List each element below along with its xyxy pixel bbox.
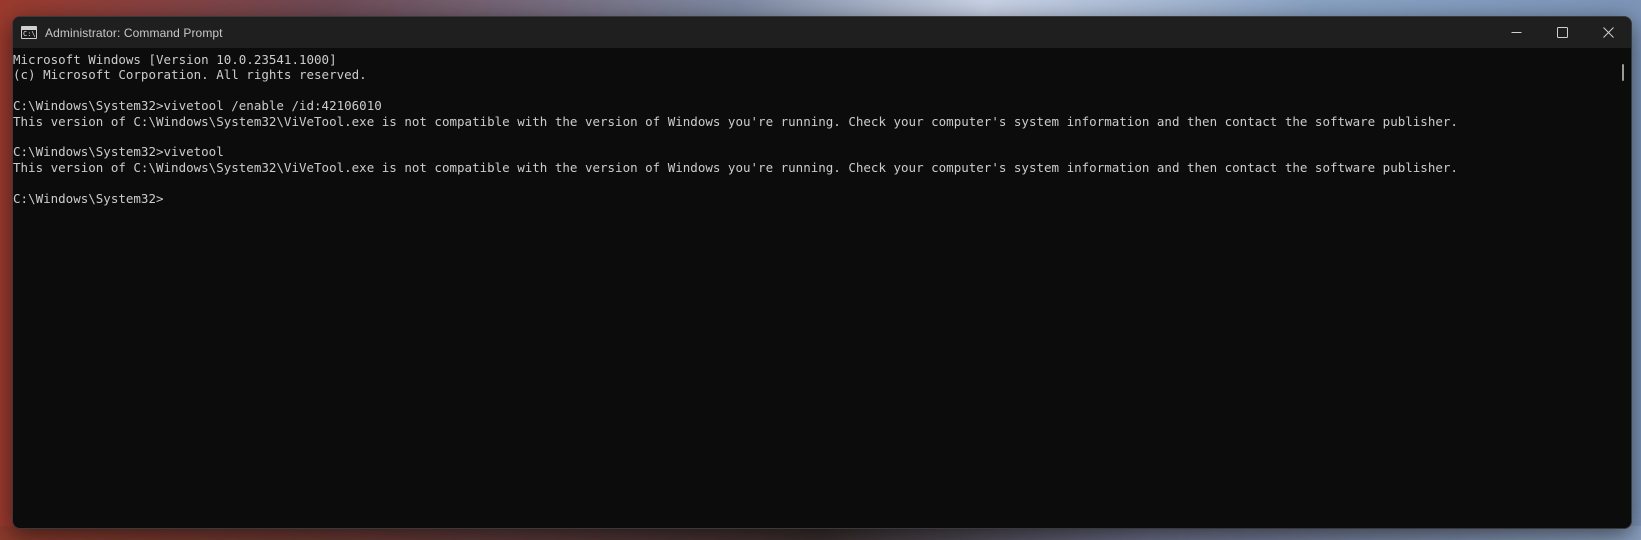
console-line: C:\Windows\System32>vivetool <box>13 144 224 160</box>
maximize-icon <box>1556 27 1568 38</box>
window-title: Administrator: Command Prompt <box>45 25 223 40</box>
command-prompt-line[interactable]: C:\Windows\System32> <box>13 191 1613 206</box>
minimize-icon <box>1511 32 1521 33</box>
window-controls <box>1493 17 1631 48</box>
console-line: This version of C:\Windows\System32\ViVe… <box>13 159 1458 175</box>
vertical-scrollbar[interactable] <box>1615 48 1631 528</box>
command-prompt-window[interactable]: C:\ Administrator: Command Prompt Micros… <box>12 16 1632 529</box>
cmd-icon: C:\ <box>21 26 37 39</box>
console-line: (c) Microsoft Corporation. All rights re… <box>13 67 367 83</box>
maximize-button[interactable] <box>1539 17 1585 48</box>
minimize-button[interactable] <box>1493 17 1539 48</box>
cmd-icon-glyph: C:\ <box>23 29 36 38</box>
scrollbar-thumb[interactable] <box>1622 64 1624 81</box>
title-bar[interactable]: C:\ Administrator: Command Prompt <box>13 17 1631 48</box>
console-output[interactable]: Microsoft Windows [Version 10.0.23541.10… <box>13 48 1613 528</box>
close-icon <box>1602 27 1614 38</box>
console-line: This version of C:\Windows\System32\ViVe… <box>13 113 1458 129</box>
console-line: Microsoft Windows [Version 10.0.23541.10… <box>13 52 337 67</box>
console-line: C:\Windows\System32>vivetool /enable /id… <box>13 98 382 114</box>
close-button[interactable] <box>1585 17 1631 48</box>
